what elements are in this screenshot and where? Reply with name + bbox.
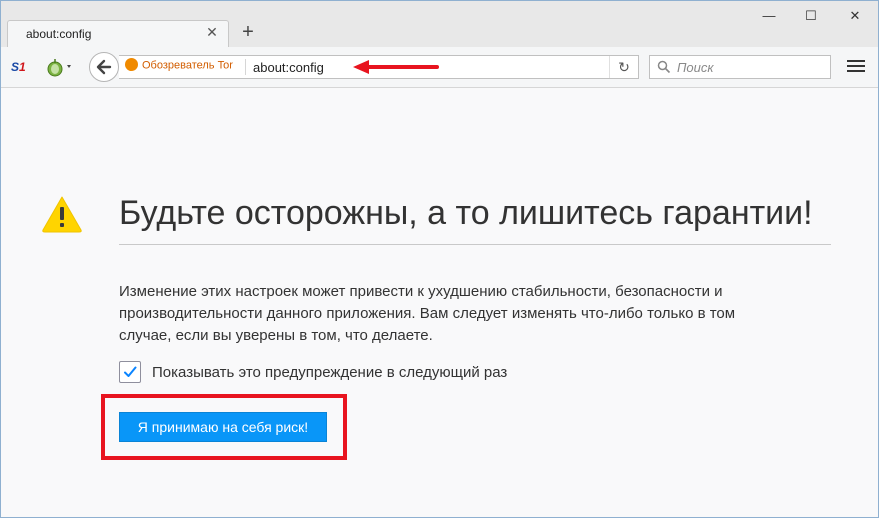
- about-config-warning-page: Будьте осторожны, а то лишитесь гарантии…: [1, 88, 878, 517]
- title-bar: about:config ✕ + — ☐ ✕: [1, 1, 878, 47]
- tab-about-config[interactable]: about:config ✕: [7, 20, 229, 47]
- maximize-button[interactable]: ☐: [791, 3, 831, 29]
- browser-window: about:config ✕ + — ☐ ✕ S1 Обозреватель T…: [0, 0, 879, 518]
- search-icon: [657, 60, 671, 74]
- s1-digit: 1: [19, 60, 26, 74]
- url-text[interactable]: about:config: [253, 60, 324, 75]
- back-arrow-icon: [96, 59, 112, 75]
- warning-body: Изменение этих настроек может привести к…: [119, 283, 736, 344]
- tab-close-icon[interactable]: ✕: [204, 24, 220, 40]
- search-placeholder: Поиск: [677, 60, 714, 75]
- checkmark-icon: [124, 366, 137, 377]
- back-button[interactable]: [89, 52, 119, 82]
- warning-triangle-icon: [42, 196, 82, 233]
- identity-label: Обозреватель Tor: [142, 59, 233, 72]
- reload-icon[interactable]: ↻: [615, 58, 633, 76]
- hamburger-menu-icon[interactable]: [847, 58, 865, 76]
- firefox-identity-icon: [125, 58, 138, 71]
- red-annotation-arrow: [353, 60, 439, 74]
- show-warning-label[interactable]: Показывать это предупреждение в следующи…: [152, 364, 507, 381]
- heading-divider: [119, 244, 831, 245]
- identity-box[interactable]: Обозреватель Tor: [125, 58, 233, 75]
- minimize-button[interactable]: —: [749, 3, 789, 29]
- warning-heading: Будьте осторожны, а то лишитесь гарантии…: [119, 194, 813, 232]
- accept-risk-button[interactable]: Я принимаю на себя риск!: [119, 412, 327, 442]
- identity-separator: [245, 59, 246, 75]
- show-warning-checkbox[interactable]: [119, 361, 141, 383]
- s1-letter-s: S: [11, 60, 20, 74]
- tab-title: about:config: [26, 27, 92, 41]
- tor-onion-icon[interactable]: [45, 57, 75, 77]
- close-window-button[interactable]: ✕: [835, 3, 875, 29]
- new-tab-button[interactable]: +: [237, 21, 259, 43]
- reload-separator: [609, 56, 610, 78]
- search-input[interactable]: Поиск: [649, 55, 831, 79]
- s1-extension-icon[interactable]: S1: [11, 60, 31, 76]
